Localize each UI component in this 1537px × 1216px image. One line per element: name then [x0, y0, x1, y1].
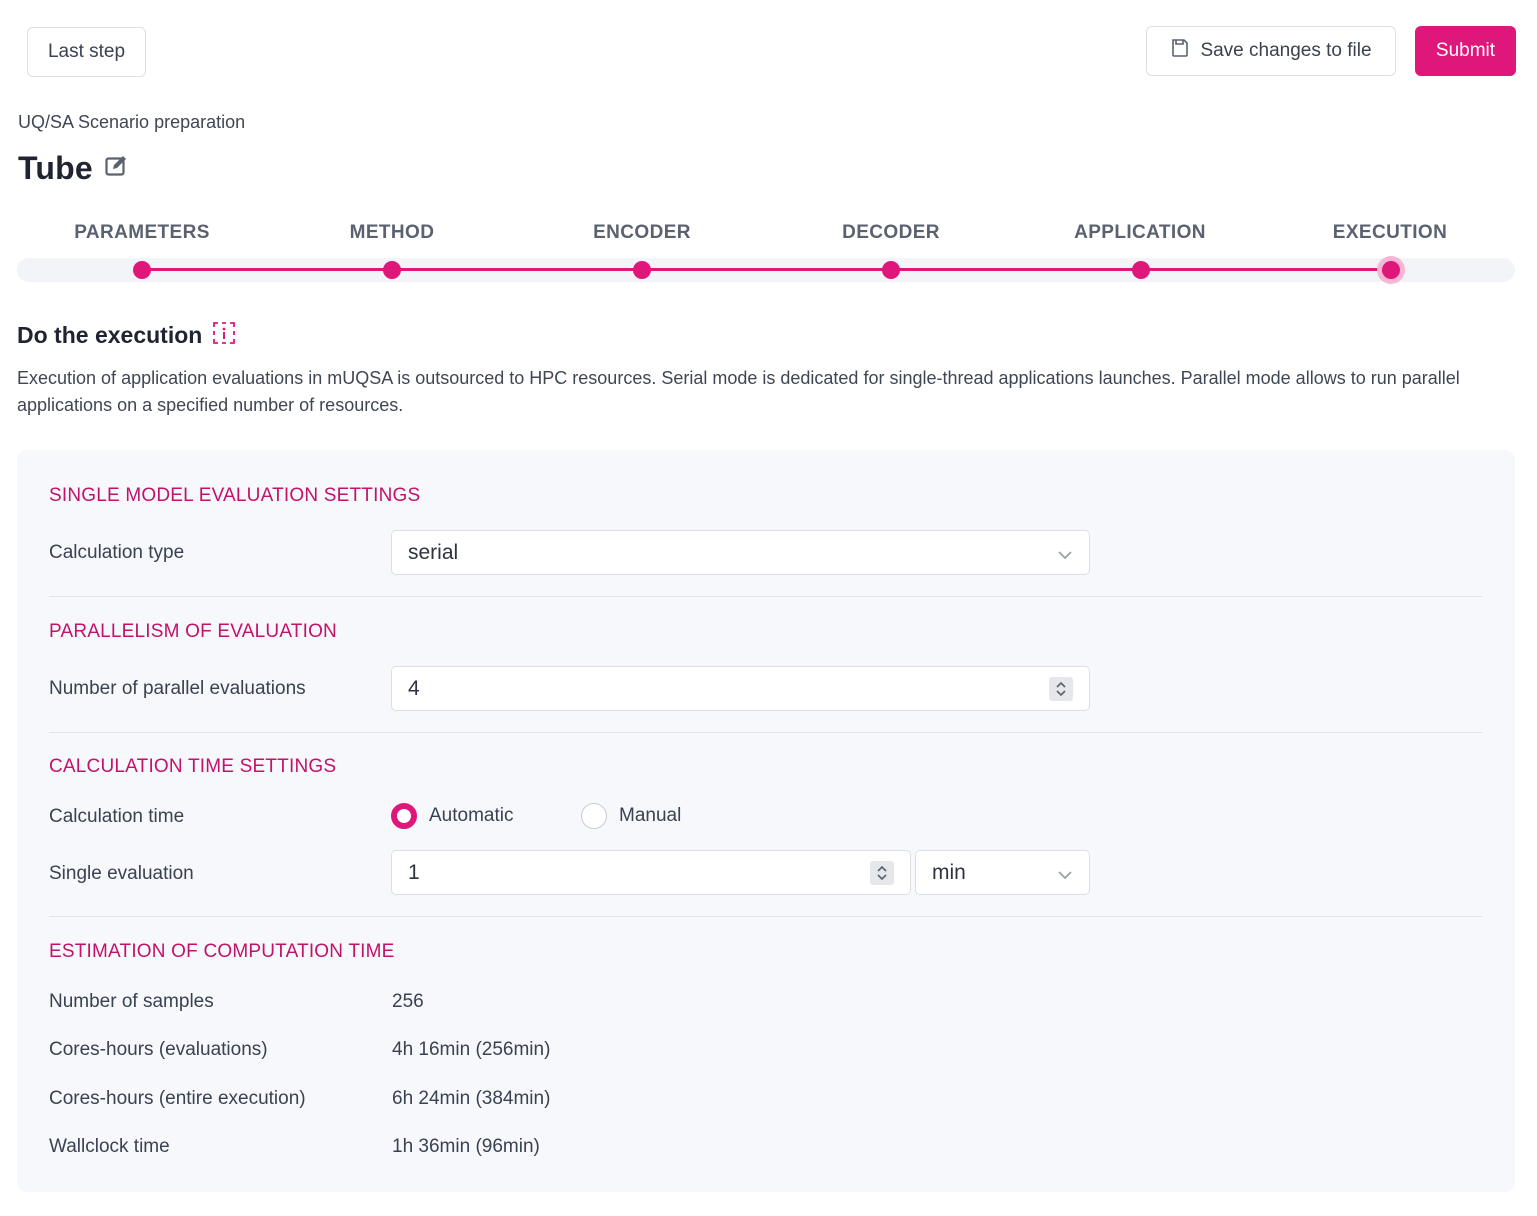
single-evaluation-label: Single evaluation — [49, 863, 194, 884]
parallelism-title: PARALLELISM OF EVALUATION — [49, 621, 337, 642]
step-dot-decoder[interactable] — [882, 261, 900, 279]
save-changes-button[interactable]: Save changes to file — [1146, 26, 1396, 76]
time-unit-value: min — [932, 860, 966, 884]
step-method[interactable]: METHOD — [267, 222, 517, 244]
estimation-value: 4h 16min (256min) — [392, 1039, 551, 1060]
estimation-title: ESTIMATION OF COMPUTATION TIME — [49, 941, 395, 962]
parallel-evaluations-input[interactable]: 4 — [391, 666, 1090, 711]
calculation-type-value: serial — [408, 540, 459, 564]
execution-settings-panel: SINGLE MODEL EVALUATION SETTINGS Calcula… — [17, 450, 1515, 1192]
chevron-down-icon — [1057, 865, 1073, 889]
estimation-value: 256 — [392, 991, 424, 1012]
wizard-stepper: PARAMETERS METHOD ENCODER DECODER APPLIC… — [17, 222, 1515, 284]
single-evaluation-input[interactable]: 1 — [391, 850, 911, 895]
floppy-disk-icon — [1170, 38, 1190, 64]
calculation-time-title: CALCULATION TIME SETTINGS — [49, 756, 337, 777]
calculation-type-label: Calculation type — [49, 542, 185, 563]
step-dot-method[interactable] — [383, 261, 401, 279]
step-application[interactable]: APPLICATION — [1015, 222, 1265, 244]
divider — [49, 732, 1483, 733]
submit-label: Submit — [1435, 40, 1496, 61]
step-dot-encoder[interactable] — [633, 261, 651, 279]
last-step-button[interactable]: Last step — [27, 27, 146, 77]
number-stepper-icon[interactable] — [870, 861, 894, 885]
step-dot-application[interactable] — [1132, 261, 1150, 279]
radio-manual-label: Manual — [619, 805, 682, 826]
divider — [49, 596, 1483, 597]
estimation-label: Cores-hours (entire execution) — [49, 1088, 306, 1109]
step-encoder[interactable]: ENCODER — [517, 222, 767, 244]
step-dot-parameters[interactable] — [133, 261, 151, 279]
estimation-value: 6h 24min (384min) — [392, 1088, 551, 1109]
step-execution[interactable]: EXECUTION — [1265, 222, 1515, 244]
single-model-title: SINGLE MODEL EVALUATION SETTINGS — [49, 485, 421, 506]
edit-icon[interactable] — [105, 155, 129, 182]
step-decoder[interactable]: DECODER — [766, 222, 1016, 244]
estimation-label: Cores-hours (evaluations) — [49, 1039, 268, 1060]
parallel-evaluations-label: Number of parallel evaluations — [49, 678, 306, 699]
parallel-evaluations-value: 4 — [408, 676, 420, 700]
info-icon[interactable] — [212, 321, 236, 350]
estimation-label: Number of samples — [49, 991, 214, 1012]
section-description: Execution of application evaluations in … — [17, 368, 1460, 415]
save-changes-label: Save changes to file — [1200, 40, 1372, 61]
estimation-value: 1h 36min (96min) — [392, 1136, 540, 1157]
title-row: Tube — [18, 150, 129, 187]
last-step-label: Last step — [47, 41, 126, 62]
stepper-progress-line — [142, 268, 1390, 271]
page-title: Tube — [18, 150, 93, 186]
time-unit-select[interactable]: min — [915, 850, 1090, 895]
section-title-row: Do the execution — [17, 321, 236, 350]
radio-automatic-label: Automatic — [429, 805, 514, 826]
section-title: Do the execution — [17, 322, 203, 348]
radio-manual[interactable]: Manual — [581, 803, 681, 829]
page-subtitle: UQ/SA Scenario preparation — [18, 112, 246, 132]
step-dot-execution[interactable] — [1382, 261, 1400, 279]
radio-checked-icon — [391, 803, 417, 829]
estimation-label: Wallclock time — [49, 1136, 170, 1157]
single-evaluation-value: 1 — [408, 860, 420, 884]
radio-unchecked-icon — [581, 803, 607, 829]
submit-button[interactable]: Submit — [1415, 26, 1516, 76]
chevron-down-icon — [1057, 545, 1073, 569]
calculation-time-label: Calculation time — [49, 806, 185, 827]
number-stepper-icon[interactable] — [1049, 677, 1073, 701]
divider — [49, 916, 1483, 917]
radio-automatic[interactable]: Automatic — [391, 803, 513, 829]
step-parameters[interactable]: PARAMETERS — [17, 222, 267, 244]
calculation-type-select[interactable]: serial — [391, 530, 1090, 575]
